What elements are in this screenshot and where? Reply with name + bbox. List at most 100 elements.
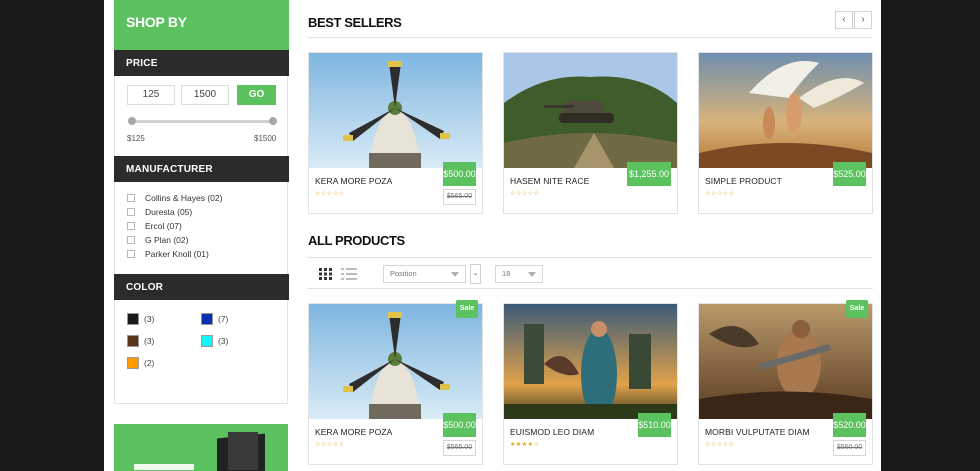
chevron-right-icon: ›: [861, 14, 865, 25]
manufacturer-heading: MANUFACTURER: [114, 156, 289, 182]
rating-stars: ☆☆☆☆☆: [315, 190, 344, 197]
star-icon: ☆: [728, 442, 735, 448]
rating-stars: ☆☆☆☆☆: [510, 190, 539, 197]
product-name[interactable]: KERA MORE POZA: [315, 176, 392, 186]
product-old-price: $565.00: [443, 440, 476, 456]
sort-by-select[interactable]: Position: [383, 265, 466, 283]
product-price: $525.00: [833, 162, 866, 186]
color-count: (7): [218, 314, 229, 324]
checkbox[interactable]: [127, 208, 135, 216]
color-count: (3): [144, 336, 155, 346]
manufacturer-item[interactable]: Parker Knoll (01): [127, 249, 209, 259]
color-filter-cyan[interactable]: (3): [201, 335, 228, 347]
grid-view-icon[interactable]: [319, 267, 333, 285]
color-swatch[interactable]: [201, 335, 213, 347]
color-filter-orange[interactable]: (2): [127, 357, 154, 369]
price-min-input[interactable]: 125: [127, 85, 175, 105]
product-image-airplane[interactable]: [309, 304, 482, 419]
carousel-next-button[interactable]: ›: [854, 11, 872, 29]
price-slider-min-handle[interactable]: [128, 117, 136, 125]
sale-badge: Sale: [846, 300, 868, 318]
product-old-price: $565.00: [443, 189, 476, 205]
product-card[interactable]: Sale MORBI VULPUTATE DIAM ☆☆☆☆☆ $520.00 …: [698, 300, 873, 465]
promo-device-image: [228, 432, 258, 470]
manufacturer-label: G Plan (02): [145, 235, 189, 245]
star-icon: ☆: [533, 191, 540, 197]
product-name[interactable]: KERA MORE POZA: [315, 427, 392, 437]
product-name[interactable]: EUISMOD LEO DIAM: [510, 427, 594, 437]
star-icon: ☆: [728, 191, 735, 197]
product-name[interactable]: HASEM NITE RACE: [510, 176, 589, 186]
price-heading: PRICE: [114, 50, 289, 76]
rating-stars: ☆☆☆☆☆: [705, 441, 734, 448]
color-count: (2): [144, 358, 155, 368]
manufacturer-label: Collins & Hayes (02): [145, 193, 223, 203]
color-filter-blue[interactable]: (7): [201, 313, 228, 325]
product-image-warrior[interactable]: [699, 304, 872, 419]
sort-by-value: Position: [390, 269, 417, 278]
star-icon: ☆: [338, 442, 345, 448]
product-price: $500.00: [443, 413, 476, 437]
product-old-price: $560.00: [833, 440, 866, 456]
best-sellers-title: BEST SELLERS: [308, 15, 402, 30]
product-price: $510.00: [638, 413, 671, 437]
product-price: $520.00: [833, 413, 866, 437]
color-swatch[interactable]: [201, 313, 213, 325]
product-card[interactable]: SIMPLE PRODUCT ☆☆☆☆☆ $525.00: [698, 52, 873, 214]
product-image-airplane[interactable]: [309, 53, 482, 168]
color-swatch[interactable]: [127, 357, 139, 369]
limit-value: 18: [502, 269, 511, 278]
color-swatch[interactable]: [127, 313, 139, 325]
rating-stars: ☆☆☆☆☆: [705, 190, 734, 197]
rating-stars: ☆☆☆☆☆: [315, 441, 344, 448]
price-slider-track[interactable]: [131, 120, 273, 123]
product-image-angels[interactable]: [699, 53, 872, 168]
divider: [307, 37, 873, 38]
chevron-down-icon: [528, 272, 536, 277]
list-view-icon[interactable]: [341, 267, 357, 285]
color-count: (3): [218, 336, 229, 346]
manufacturer-label: Ercol (07): [145, 221, 182, 231]
price-slider-max-handle[interactable]: [269, 117, 277, 125]
page: SHOP BY PRICE 125 1500 GO $125 $1500 MAN…: [104, 0, 881, 471]
sort-direction-button[interactable]: ⌄: [470, 264, 481, 284]
price-max-input[interactable]: 1500: [181, 85, 229, 105]
product-card[interactable]: EUISMOD LEO DIAM ★★★★☆ $510.00: [503, 303, 678, 465]
product-image-tank[interactable]: [504, 53, 677, 168]
checkbox[interactable]: [127, 250, 135, 258]
color-count: (3): [144, 314, 155, 324]
price-min-label: $125: [127, 134, 145, 143]
product-name[interactable]: MORBI VULPUTATE DIAM: [705, 427, 810, 437]
star-icon: ☆: [338, 191, 345, 197]
color-filter-black[interactable]: (3): [127, 313, 154, 325]
divider: [307, 288, 873, 289]
sale-badge: Sale: [456, 300, 478, 318]
checkbox[interactable]: [127, 222, 135, 230]
checkbox[interactable]: [127, 236, 135, 244]
promo-banner[interactable]: [114, 424, 288, 471]
product-card[interactable]: HASEM NITE RACE ☆☆☆☆☆ $1,255.00: [503, 52, 678, 214]
color-filter-brown[interactable]: (3): [127, 335, 154, 347]
carousel-prev-button[interactable]: ‹: [835, 11, 853, 29]
price-max-label: $1500: [254, 134, 277, 143]
sidebar: SHOP BY PRICE 125 1500 GO $125 $1500 MAN…: [114, 0, 289, 404]
divider: [307, 257, 873, 258]
manufacturer-item[interactable]: Collins & Hayes (02): [127, 193, 222, 203]
product-price: $1,255.00: [627, 162, 671, 186]
color-heading: COLOR: [114, 274, 289, 300]
color-swatch[interactable]: [127, 335, 139, 347]
star-icon: ☆: [533, 442, 540, 448]
product-price: $500.00: [443, 162, 476, 186]
product-card[interactable]: KERA MORE POZA ☆☆☆☆☆ $500.00 $565.00: [308, 52, 483, 214]
product-name[interactable]: SIMPLE PRODUCT: [705, 176, 782, 186]
checkbox[interactable]: [127, 194, 135, 202]
manufacturer-item[interactable]: Duresta (05): [127, 207, 192, 217]
manufacturer-item[interactable]: G Plan (02): [127, 235, 188, 245]
sort-direction-icon: ⌄: [472, 270, 479, 277]
product-image-dragon-woman[interactable]: [504, 304, 677, 419]
manufacturer-item[interactable]: Ercol (07): [127, 221, 182, 231]
product-card[interactable]: Sale KERA MORE POZA ☆☆☆☆☆ $500.00 $565.0…: [308, 300, 483, 465]
limit-select[interactable]: 18: [495, 265, 543, 283]
price-go-button[interactable]: GO: [237, 85, 276, 105]
shop-by-heading: SHOP BY: [114, 0, 289, 50]
